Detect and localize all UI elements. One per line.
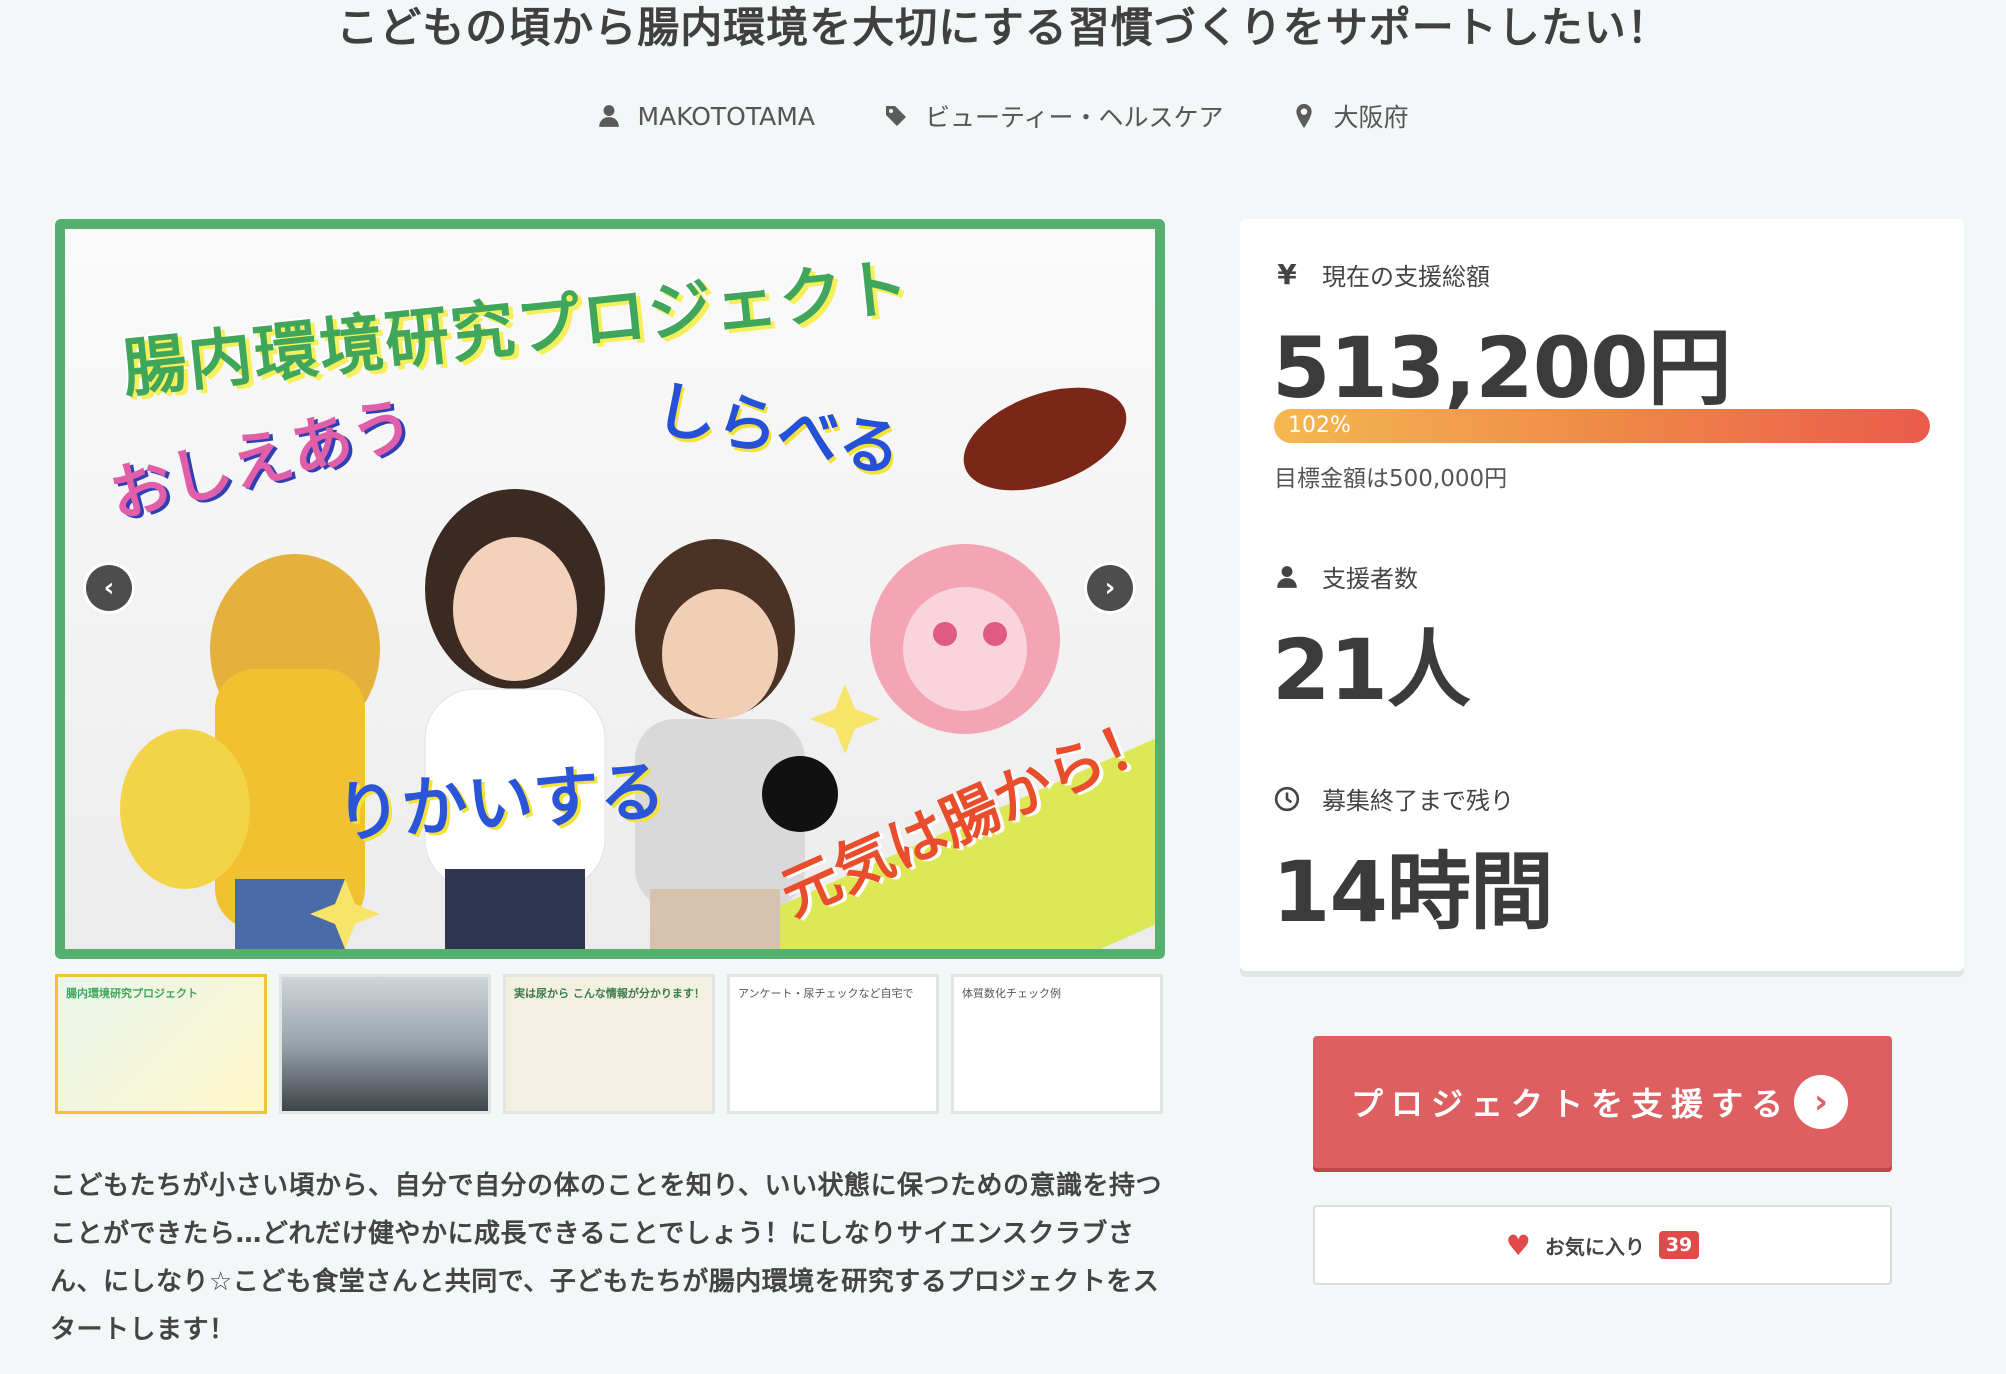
thumbnail-4[interactable]: アンケート・尿チェックなど自宅で	[727, 974, 939, 1114]
project-title: こどもの頃から腸内環境を大切にする習慣づくりをサポートしたい！	[336, 3, 1670, 52]
funding-progress-bar: 102%	[1274, 409, 1930, 443]
amount-label: 現在の支援総額	[1322, 263, 1490, 291]
thumbnail-label: アンケート・尿チェックなど自宅で	[738, 987, 914, 1000]
support-project-button[interactable]: プロジェクトを支援する ›	[1313, 1036, 1892, 1168]
remaining-label: 募集終了まで残り	[1322, 787, 1514, 815]
user-icon	[598, 105, 619, 127]
location-item[interactable]: 大阪府	[1293, 98, 1408, 134]
project-description: こどもたちが小さい頃から、自分で自分の体のことを知り、いい状態に保つための意識を…	[50, 1171, 1162, 1345]
thumbnail-label: 実は尿から こんな情報が分かります！	[514, 987, 705, 1000]
carousel-prev-button[interactable]: ‹	[86, 565, 132, 611]
favorite-label: お気に入り	[1544, 1234, 1645, 1259]
thumbnail-label: 腸内環境研究プロジェクト	[66, 987, 198, 1000]
user-icon	[1274, 563, 1300, 591]
supporters-label-row: 支援者数	[1274, 559, 1418, 594]
chevron-right-icon: ›	[1794, 1075, 1848, 1129]
heart-icon: ♥	[1505, 1228, 1531, 1262]
carousel-next-button[interactable]: ›	[1087, 565, 1133, 611]
support-button-label: プロジェクトを支援する	[1351, 1085, 1792, 1123]
chevron-left-icon: ‹	[103, 573, 115, 603]
favorite-count-badge: 39	[1658, 1231, 1700, 1259]
favorite-button[interactable]: ♥ お気に入り 39	[1313, 1205, 1892, 1285]
map-pin-icon	[1296, 104, 1313, 128]
thumbnail-3[interactable]: 実は尿から こんな情報が分かります！	[503, 974, 715, 1114]
clock-icon	[1274, 785, 1300, 813]
owner-item[interactable]: MAKOTOTAMA	[598, 98, 815, 134]
category-item[interactable]: ビューティー・ヘルスケア	[885, 98, 1224, 134]
location-name[interactable]: 大阪府	[1333, 98, 1408, 134]
remaining-value: 14時間	[1272, 843, 1554, 941]
category-name[interactable]: ビューティー・ヘルスケア	[925, 98, 1224, 134]
project-meta: MAKOTOTAMA ビューティー・ヘルスケア 大阪府	[0, 98, 2006, 134]
tag-icon	[885, 106, 906, 126]
chevron-right-icon: ›	[1104, 573, 1116, 603]
yen-icon: ¥	[1277, 258, 1297, 291]
thumbnail-5[interactable]: 体質数化チェック例	[951, 974, 1163, 1114]
main-image: 腸内環境研究プロジェクト おしえあう しらべる りかいする 元気は腸から！	[55, 219, 1165, 959]
amount-label-row: ¥ 現在の支援総額	[1274, 257, 1490, 292]
funding-summary-card: ¥ 現在の支援総額 513,200円 102% 目標金額は500,000円 支援…	[1240, 219, 1964, 971]
thumbnail-label: 体質数化チェック例	[962, 987, 1061, 1000]
goal-amount: 目標金額は500,000円	[1274, 466, 1508, 492]
thumbnail-2[interactable]	[279, 974, 491, 1114]
supporters-label: 支援者数	[1322, 565, 1418, 593]
progress-percent: 102%	[1288, 413, 1351, 438]
amount-value: 513,200円	[1272, 319, 1732, 417]
progress-fill	[1274, 409, 1930, 443]
remaining-label-row: 募集終了まで残り	[1274, 781, 1514, 816]
owner-name[interactable]: MAKOTOTAMA	[638, 102, 815, 131]
thumbnail-strip: 腸内環境研究プロジェクト 実は尿から こんな情報が分かります！ アンケート・尿チ…	[55, 974, 1163, 1114]
thumbnail-1[interactable]: 腸内環境研究プロジェクト	[55, 974, 267, 1114]
supporters-value: 21人	[1272, 621, 1471, 719]
